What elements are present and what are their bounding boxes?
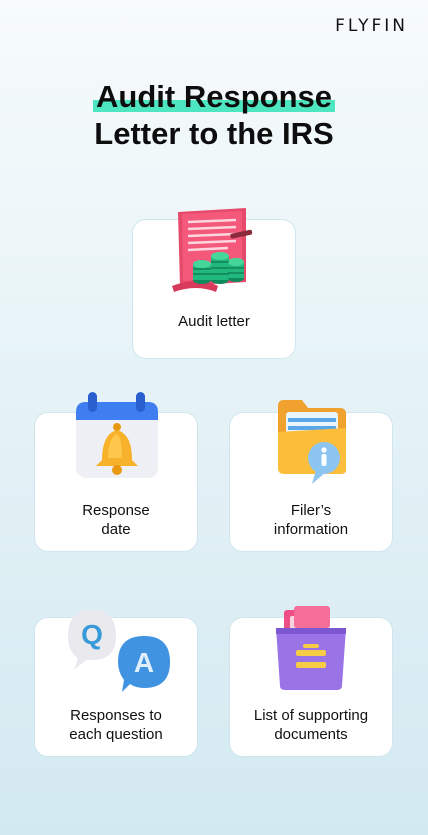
calendar-bell-icon [76, 392, 158, 478]
card-label: List of supporting documents [253, 707, 369, 743]
document-box-icon [276, 606, 346, 690]
card-label: Filer’s information [273, 502, 349, 538]
card-label: Responses to each question [69, 707, 163, 743]
page-title: Audit Response Letter to the IRS [0, 78, 428, 152]
card-label: Audit letter [178, 313, 250, 330]
title-line-2: Letter to the IRS [94, 116, 334, 152]
card-label: Response date [82, 502, 150, 538]
flyfin-logo: FLYFIN [335, 16, 408, 36]
svg-text:Q: Q [81, 619, 103, 650]
folder-info-icon [278, 400, 346, 484]
audit-letter-icon [172, 208, 253, 292]
svg-text:A: A [134, 647, 154, 678]
qa-bubbles-icon: Q A [68, 610, 170, 692]
title-line-1: Audit Response [93, 79, 335, 114]
